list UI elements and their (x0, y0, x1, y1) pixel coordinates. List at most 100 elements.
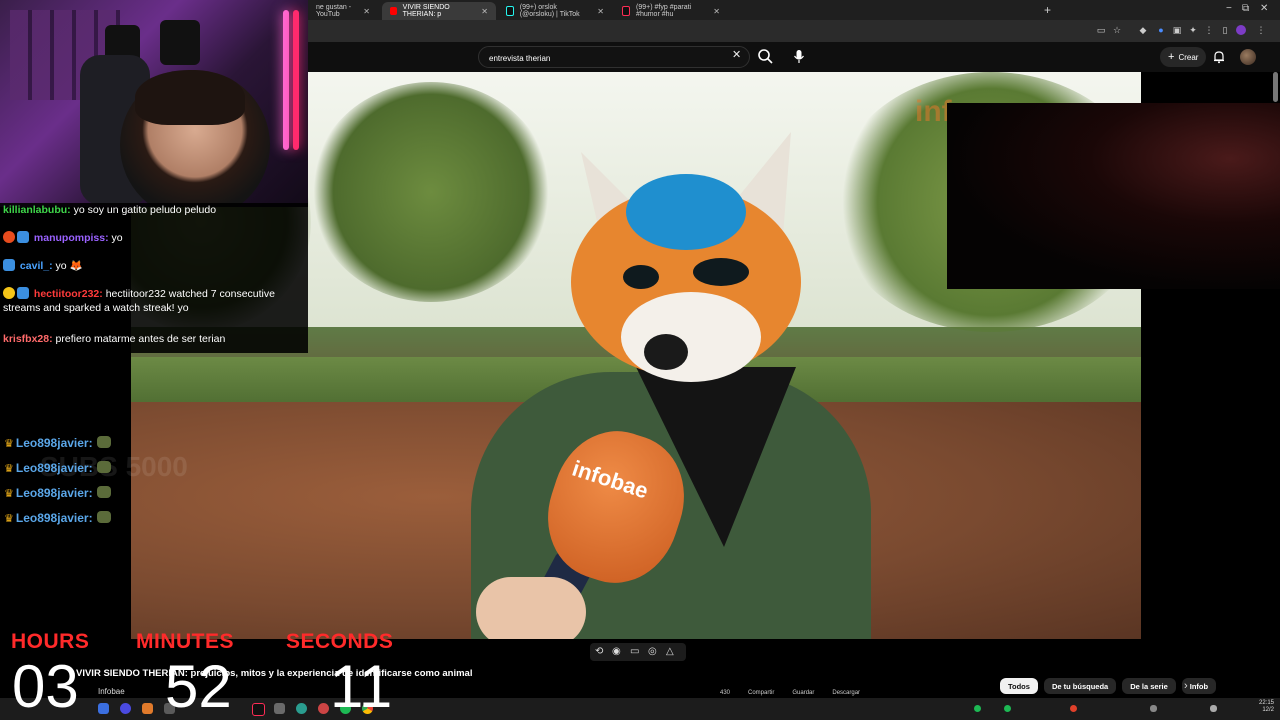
timer-label-seconds: SECONDS (286, 630, 394, 653)
miniplayer-icon[interactable]: ▭ (630, 646, 639, 657)
viewer-label: Leo898javier: (15, 436, 93, 450)
search-icon[interactable] (754, 45, 776, 67)
tab-title: ne gustan - YouTub (316, 4, 352, 18)
bookmark-star-icon[interactable]: ☆ (1112, 25, 1122, 35)
save-button[interactable]: Guardar (792, 690, 814, 696)
chat-text: yo soy un gatito peludo peludo (73, 204, 217, 216)
chat-username: killianlabubu: (3, 204, 71, 216)
chevron-right-icon[interactable]: › (1184, 680, 1188, 692)
notifications-bell-icon[interactable] (1212, 50, 1226, 64)
chat-text: yo (111, 232, 123, 244)
app-icon[interactable] (142, 703, 153, 714)
clear-search-icon[interactable]: ✕ (732, 48, 741, 61)
screenshot-icon[interactable]: ◎ (648, 646, 657, 657)
player-controls: ⟲ ◉ ▭ ◎ △ (590, 643, 686, 661)
app-icon[interactable] (296, 703, 307, 714)
loop-icon[interactable]: ⟲ (595, 646, 603, 657)
browser-tab-active[interactable]: VIVIR SIENDO THERIAN: p ✕ (382, 2, 496, 20)
maximize-button[interactable]: ⧉ (1242, 3, 1249, 14)
chat-message: manupompiss: yo (3, 231, 303, 245)
chat-message: cavil_: yo 🦊 (3, 259, 303, 273)
start-icon[interactable] (98, 703, 109, 714)
channel-name[interactable]: Infobae (98, 687, 125, 696)
audio-icon[interactable]: ◉ (612, 646, 621, 657)
chat-username: manupompiss: (33, 232, 109, 244)
emote-icon (96, 486, 111, 498)
profile-icon[interactable] (1236, 25, 1246, 35)
tray-icon[interactable] (1210, 705, 1217, 712)
emote-icon (96, 461, 111, 473)
interviewer-hand (476, 577, 586, 639)
app-icon[interactable] (318, 703, 329, 714)
youtube-header: ✕ + Crear (308, 42, 1280, 72)
app-icon[interactable] (120, 703, 131, 714)
close-icon[interactable]: ✕ (713, 7, 720, 16)
download-button[interactable]: Descargar (832, 690, 860, 696)
create-button[interactable]: + Crear (1160, 47, 1207, 67)
extension-icon[interactable]: ◆ (1138, 25, 1148, 35)
chat-username: cavil_: (19, 260, 53, 272)
chat-message: hectiitoor232: hectiitoor232 watched 7 c… (3, 287, 303, 315)
browser-toolbar: ▭ ☆ ◆ ● ▣ ✦ ⋮ ▯ ⋮ (308, 20, 1280, 42)
cast-icon[interactable]: ▭ (1096, 25, 1106, 35)
tray-icon[interactable] (974, 705, 981, 712)
create-label: Crear (1178, 52, 1199, 62)
video-title[interactable]: VIVIR SIENDO THERIAN: prejuicios, mitos … (76, 668, 472, 679)
menu-icon[interactable]: ⋮ (1256, 25, 1266, 35)
browser-tab[interactable]: (99+) #fyp #parati #humor #hu ✕ (614, 2, 728, 20)
microphone-icon[interactable] (788, 45, 810, 67)
extension-icon[interactable]: ● (1156, 25, 1166, 35)
streamer-hair (135, 70, 245, 125)
viewer-label: Leo898javier: (15, 511, 93, 525)
window-close-button[interactable]: ✕ (1260, 3, 1268, 14)
extensions-puzzle-icon[interactable]: ✦ (1188, 25, 1198, 35)
chip-from-search[interactable]: De tu búsqueda (1043, 678, 1117, 694)
chip-all[interactable]: Todos (1000, 678, 1038, 694)
chat-text: prefiero matarme antes de ser terian (55, 333, 226, 345)
chat-username: hectiitoor232: (33, 288, 103, 300)
badge-icon (3, 231, 15, 243)
tiktok-icon (506, 6, 514, 16)
tiktok-icon[interactable] (252, 703, 265, 716)
chip-from-series[interactable]: De la serie (1122, 678, 1176, 694)
browser-tab-strip: ne gustan - YouTub ✕ VIVIR SIENDO THERIA… (308, 0, 1280, 20)
emote-icon (96, 436, 111, 448)
crown-icon: ♛ (4, 488, 14, 500)
crown-icon: ♛ (4, 463, 14, 475)
close-icon[interactable]: ✕ (481, 7, 488, 16)
close-icon[interactable]: ✕ (597, 7, 604, 16)
browser-tab[interactable]: (99+) orslok (@orsloku) | TikTok ✕ (498, 2, 612, 20)
extension-icon[interactable]: ▣ (1172, 25, 1182, 35)
clock-date: 12/2 (1262, 707, 1274, 713)
tray-icon[interactable] (1150, 705, 1157, 712)
tray-icon[interactable] (1070, 705, 1077, 712)
tab-title: (99+) #fyp #parati #humor #hu (636, 4, 692, 18)
search-input[interactable] (487, 50, 731, 66)
page-scrollbar[interactable] (1273, 72, 1278, 102)
timer-seconds-value: 11 (330, 653, 393, 720)
sidebar-icon[interactable]: ▯ (1220, 25, 1230, 35)
taskbar-clock[interactable]: 22:15 12/2 (1250, 700, 1274, 714)
account-avatar[interactable] (1240, 49, 1256, 65)
chat-message: krisfbx28: prefiero matarme antes de ser… (3, 332, 303, 346)
app-icon[interactable] (274, 703, 285, 714)
share-button[interactable]: Compartir (748, 690, 774, 696)
tray-icon[interactable] (1004, 705, 1011, 712)
video-tree (311, 82, 551, 302)
video-actions: 430 Compartir Guardar Descargar (720, 690, 860, 696)
shirt-display (160, 20, 200, 65)
search-box[interactable] (478, 46, 750, 68)
timer-label-minutes: MINUTES (136, 630, 234, 653)
like-count[interactable]: 430 (720, 690, 730, 696)
crown-icon: ♛ (4, 438, 14, 450)
close-icon[interactable]: ✕ (363, 7, 370, 16)
timer-label-hours: HOURS (11, 630, 90, 653)
browser-tab[interactable]: ne gustan - YouTub ✕ (308, 2, 378, 20)
led-light-strip (293, 10, 299, 150)
minimize-button[interactable]: − (1226, 3, 1232, 14)
viewer-label: Leo898javier: (15, 461, 93, 475)
emote-icon (96, 511, 111, 523)
new-tab-button[interactable]: + (1044, 4, 1051, 16)
bookmarks-icon[interactable]: ⋮ (1204, 25, 1214, 35)
lab-icon[interactable]: △ (666, 646, 674, 657)
